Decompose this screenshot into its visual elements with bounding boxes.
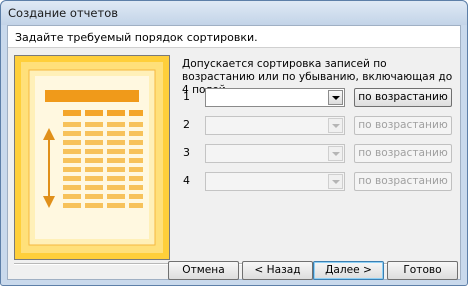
chevron-down-icon [332,180,340,184]
next-button[interactable]: Далее > [313,261,384,280]
dropdown-button-4[interactable] [328,174,343,189]
dropdown-button-2[interactable] [328,118,343,133]
sort-order-button-2[interactable]: по возрастанию [354,116,452,135]
sort-row-3-number: 3 [183,146,190,159]
sort-field-combo-1[interactable] [205,88,345,107]
chevron-down-icon [332,124,340,128]
sort-field-combo-4[interactable] [205,172,345,191]
sort-order-button-4[interactable]: по возрастанию [354,172,452,191]
report-wizard-window: Создание отчетов Задайте требуемый поряд… [0,0,468,286]
dropdown-button-1[interactable] [328,90,343,105]
chevron-down-icon [332,96,340,100]
finish-button[interactable]: Готово [387,261,458,280]
sort-field-combo-2[interactable] [205,116,345,135]
sort-order-button-1[interactable]: по возрастанию [354,88,452,107]
sort-order-illustration [14,55,170,260]
sort-row-1-number: 1 [183,90,190,103]
sort-row-2-number: 2 [183,118,190,131]
title-bar[interactable]: Создание отчетов [1,1,467,25]
chevron-down-icon [332,152,340,156]
wizard-client-area: Задайте требуемый порядок сортировки. До… [7,25,461,280]
wizard-header: Задайте требуемый порядок сортировки. [8,26,460,48]
window-title: Создание отчетов [8,6,119,20]
cancel-button[interactable]: Отмена [168,261,239,280]
sort-field-combo-3[interactable] [205,144,345,163]
back-button[interactable]: < Назад [242,261,313,280]
sort-order-button-3[interactable]: по возрастанию [354,144,452,163]
dropdown-button-3[interactable] [328,146,343,161]
wizard-instruction: Задайте требуемый порядок сортировки. [15,31,258,44]
report-preview-image [15,56,169,259]
sort-row-4-number: 4 [183,174,190,187]
